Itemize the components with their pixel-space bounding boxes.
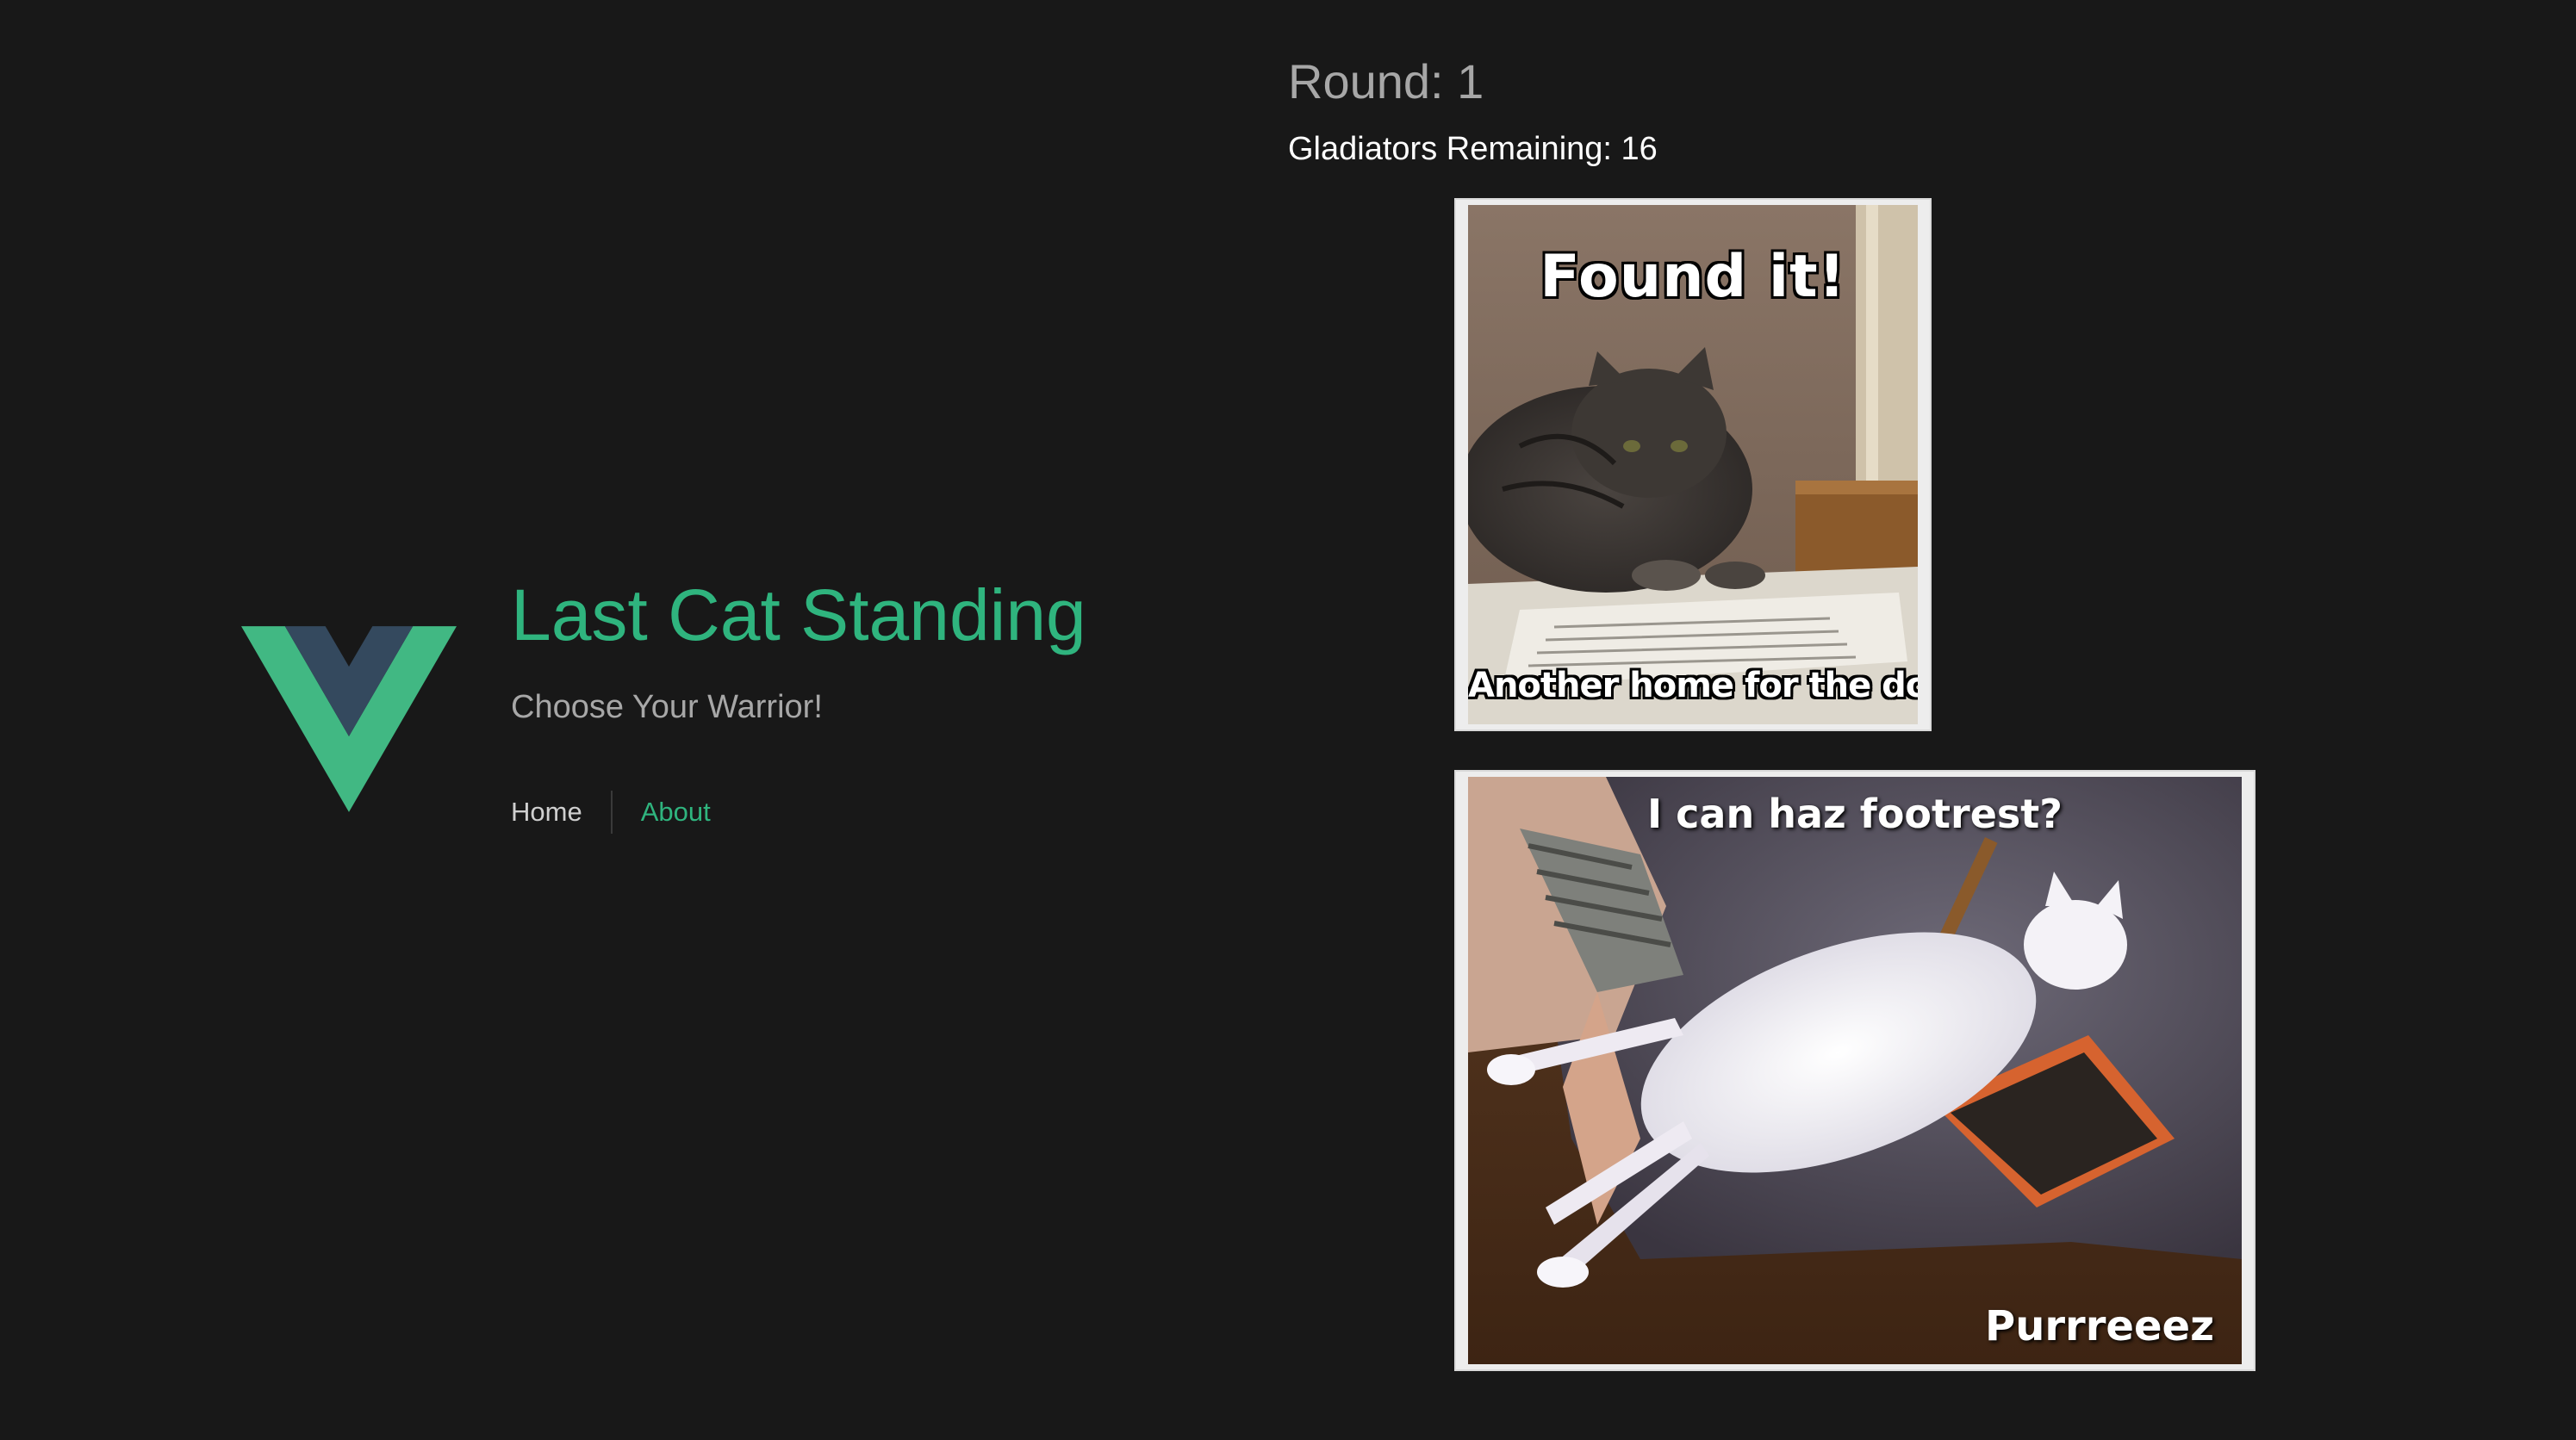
app-title: Last Cat Standing	[511, 574, 1086, 655]
app-subtitle: Choose Your Warrior!	[511, 689, 823, 725]
vue-logo-icon	[241, 625, 457, 813]
round-indicator: Round: 1	[1288, 54, 1484, 109]
meme-caption-top: Found it!	[1540, 243, 1846, 311]
gladiators-remaining: Gladiators Remaining: 16	[1288, 131, 1658, 167]
app: Last Cat Standing Choose Your Warrior! H…	[0, 0, 2576, 1440]
meme-caption-bottom: Another home for the dog!	[1468, 666, 1918, 705]
main-nav: Home About	[511, 791, 739, 834]
cat-photo-footrest: I can haz footrest? Purrreeez	[1468, 777, 2242, 1364]
gladiator-card-1[interactable]: Found it! Another home for the dog!	[1454, 198, 1932, 731]
nav-link-home[interactable]: Home	[511, 791, 611, 834]
meme-caption-bottom: Purrreeez	[1985, 1302, 2214, 1350]
gladiator-card-2[interactable]: I can haz footrest? Purrreeez	[1454, 770, 2256, 1371]
nav-link-about[interactable]: About	[613, 791, 739, 834]
meme-caption-top: I can haz footrest?	[1647, 791, 2063, 837]
cat-photo-newspaper: Found it! Another home for the dog!	[1468, 205, 1918, 724]
